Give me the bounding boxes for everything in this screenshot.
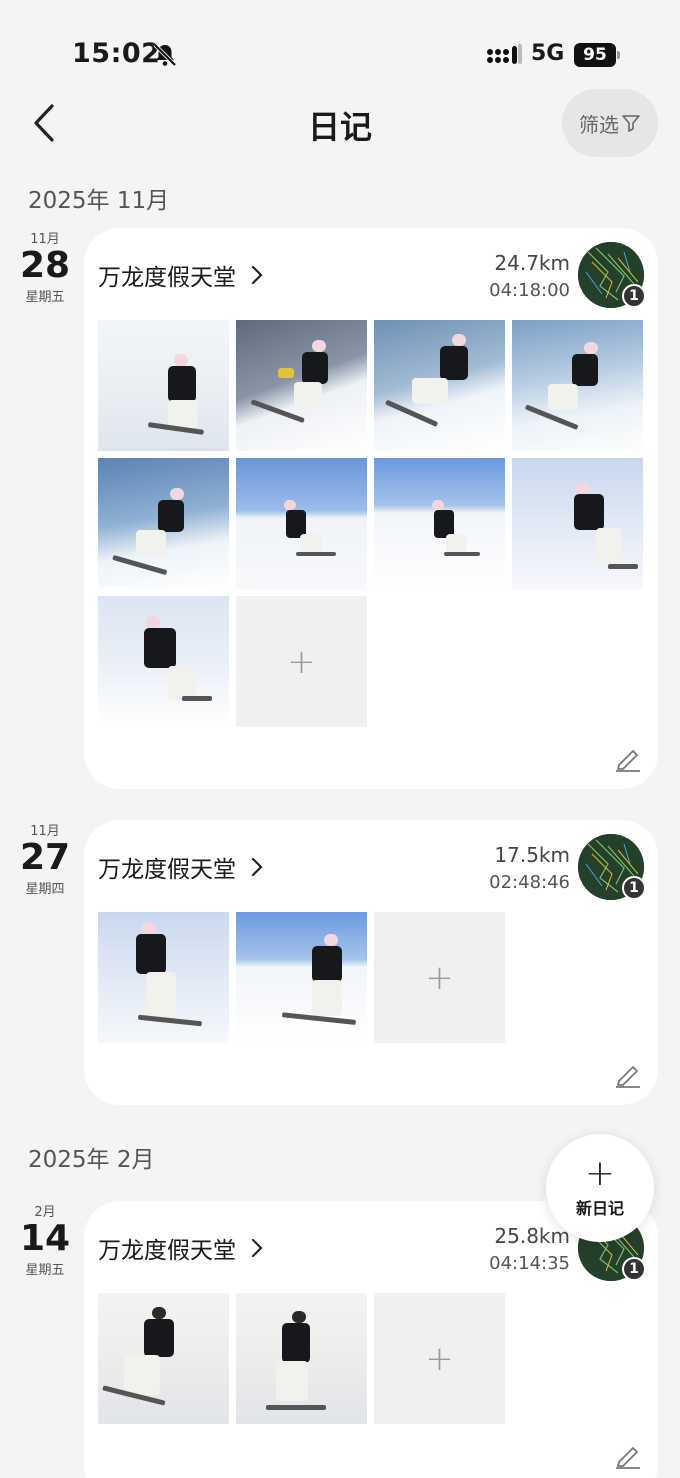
date-weekday: 星期五 — [25, 290, 65, 305]
new-diary-label: 新日记 — [575, 1199, 624, 1218]
duration: 04:18:00 — [489, 280, 570, 301]
resort-link[interactable]: 万龙度假天堂 — [98, 850, 264, 884]
resort-name: 万龙度假天堂 — [98, 265, 236, 291]
date-day: 28 — [19, 245, 71, 286]
photo-thumbnail[interactable] — [236, 320, 367, 451]
resort-link[interactable]: 万龙度假天堂 — [98, 258, 264, 292]
diary-card[interactable]: 万龙度假天堂 17.5km 02:48:46 1 + — [84, 820, 658, 1105]
chevron-right-icon — [251, 1238, 263, 1258]
photo-thumbnail[interactable] — [374, 458, 505, 589]
section-month-label: 2025年 11月 — [28, 188, 170, 214]
signal-icon — [487, 44, 522, 64]
chevron-right-icon — [251, 265, 263, 285]
plus-icon: + — [287, 641, 316, 682]
photo-thumbnail[interactable] — [98, 1293, 229, 1424]
network-label: 5G — [531, 41, 565, 66]
date-day: 14 — [19, 1218, 71, 1259]
resort-name: 万龙度假天堂 — [98, 1238, 236, 1264]
date-weekday: 星期四 — [25, 882, 65, 897]
photo-thumbnail[interactable] — [98, 458, 229, 589]
edit-pencil-icon[interactable] — [614, 1060, 642, 1088]
distance: 17.5km — [494, 843, 570, 867]
resort-name: 万龙度假天堂 — [98, 857, 236, 883]
map-count-badge: 1 — [622, 284, 646, 308]
add-photo-tile[interactable]: + — [374, 912, 505, 1043]
filter-label: 筛选 — [579, 112, 619, 137]
plus-icon: + — [425, 1338, 454, 1379]
photo-thumbnail[interactable] — [98, 320, 229, 451]
diary-card[interactable]: 万龙度假天堂 24.7km 04:18:00 1 + — [84, 228, 658, 789]
battery-tip — [617, 51, 620, 59]
status-time: 15:02 — [72, 38, 161, 69]
add-photo-tile[interactable]: + — [236, 596, 367, 727]
photo-thumbnail[interactable] — [512, 458, 643, 589]
resort-link[interactable]: 万龙度假天堂 — [98, 1231, 264, 1265]
photo-grid: + — [98, 320, 643, 727]
filter-funnel-icon — [622, 115, 640, 132]
plus-icon: + — [584, 1153, 616, 1194]
new-diary-button[interactable]: + 新日记 — [546, 1134, 654, 1242]
diary-card[interactable]: 万龙度假天堂 25.8km 04:14:35 1 + — [84, 1201, 658, 1478]
plus-icon: + — [425, 957, 454, 998]
photo-thumbnail[interactable] — [98, 912, 229, 1043]
photo-thumbnail[interactable] — [236, 1293, 367, 1424]
filter-button[interactable]: 筛选 — [562, 89, 658, 157]
entry-date: 11月 27 星期四 — [14, 820, 76, 897]
battery-indicator: 95 — [574, 43, 616, 67]
date-day: 27 — [19, 837, 71, 878]
photo-grid: + — [98, 912, 643, 1043]
edit-pencil-icon[interactable] — [614, 1441, 642, 1469]
add-photo-tile[interactable]: + — [374, 1293, 505, 1424]
distance: 25.8km — [494, 1224, 570, 1248]
photo-grid: + — [98, 1293, 643, 1424]
entry-date: 11月 28 星期五 — [14, 228, 76, 305]
entry-date: 2月 14 星期五 — [14, 1201, 76, 1278]
map-count-badge: 1 — [622, 876, 646, 900]
chevron-right-icon — [251, 857, 263, 877]
duration: 02:48:46 — [489, 872, 570, 893]
distance: 24.7km — [494, 251, 570, 275]
photo-thumbnail[interactable] — [374, 320, 505, 451]
photo-thumbnail[interactable] — [236, 912, 367, 1043]
photo-thumbnail[interactable] — [98, 596, 229, 727]
bell-slash-icon — [153, 43, 177, 67]
map-count-badge: 1 — [622, 1257, 646, 1281]
date-weekday: 星期五 — [25, 1263, 65, 1278]
photo-thumbnail[interactable] — [512, 320, 643, 451]
section-month-label: 2025年 2月 — [28, 1147, 155, 1173]
photo-thumbnail[interactable] — [236, 458, 367, 589]
duration: 04:14:35 — [489, 1253, 570, 1274]
edit-pencil-icon[interactable] — [614, 744, 642, 772]
